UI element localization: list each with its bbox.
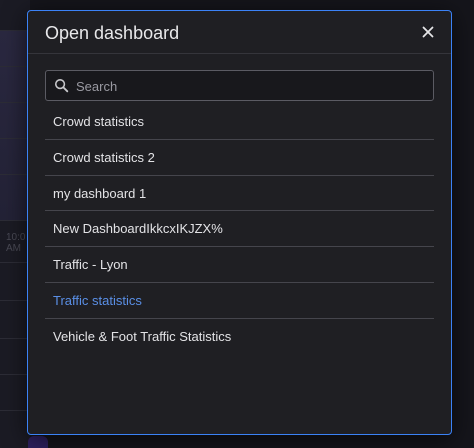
dashboard-list-item[interactable]: Traffic - Lyon <box>45 247 434 283</box>
background-gridline <box>0 300 30 301</box>
search-icon <box>54 78 69 93</box>
close-icon <box>422 26 434 38</box>
dashboard-list-item[interactable]: Crowd statistics <box>45 104 434 140</box>
open-dashboard-dialog: Open dashboard Crowd statistics Crowd st… <box>27 10 452 435</box>
background-gridline <box>0 66 30 67</box>
background-gridline <box>0 138 30 139</box>
dialog-title: Open dashboard <box>45 23 180 43</box>
close-button[interactable] <box>417 21 439 43</box>
background-gridline <box>0 102 30 103</box>
background-gridline <box>0 338 30 339</box>
background-gridline <box>0 174 30 175</box>
background-chart-marker <box>28 436 48 448</box>
background-gridline <box>0 262 30 263</box>
background-gridline <box>0 410 30 411</box>
background-gridline <box>0 374 30 375</box>
search-field[interactable] <box>45 70 434 101</box>
dashboard-list-item[interactable]: Crowd statistics 2 <box>45 140 434 176</box>
dashboard-list-item[interactable]: Vehicle & Foot Traffic Statistics <box>45 319 434 355</box>
dialog-header: Open dashboard <box>28 11 451 54</box>
dashboard-list-item-active[interactable]: Traffic statistics <box>45 283 434 319</box>
dashboard-list-item[interactable]: my dashboard 1 <box>45 176 434 212</box>
background-gridline <box>0 220 30 221</box>
search-input[interactable] <box>76 75 426 97</box>
background-chart-area <box>0 30 28 220</box>
background-gridline <box>0 30 30 31</box>
dashboard-list: Crowd statistics Crowd statistics 2 my d… <box>45 104 434 355</box>
dashboard-list-item[interactable]: New DashboardIkkcxIKJZX% <box>45 211 434 248</box>
